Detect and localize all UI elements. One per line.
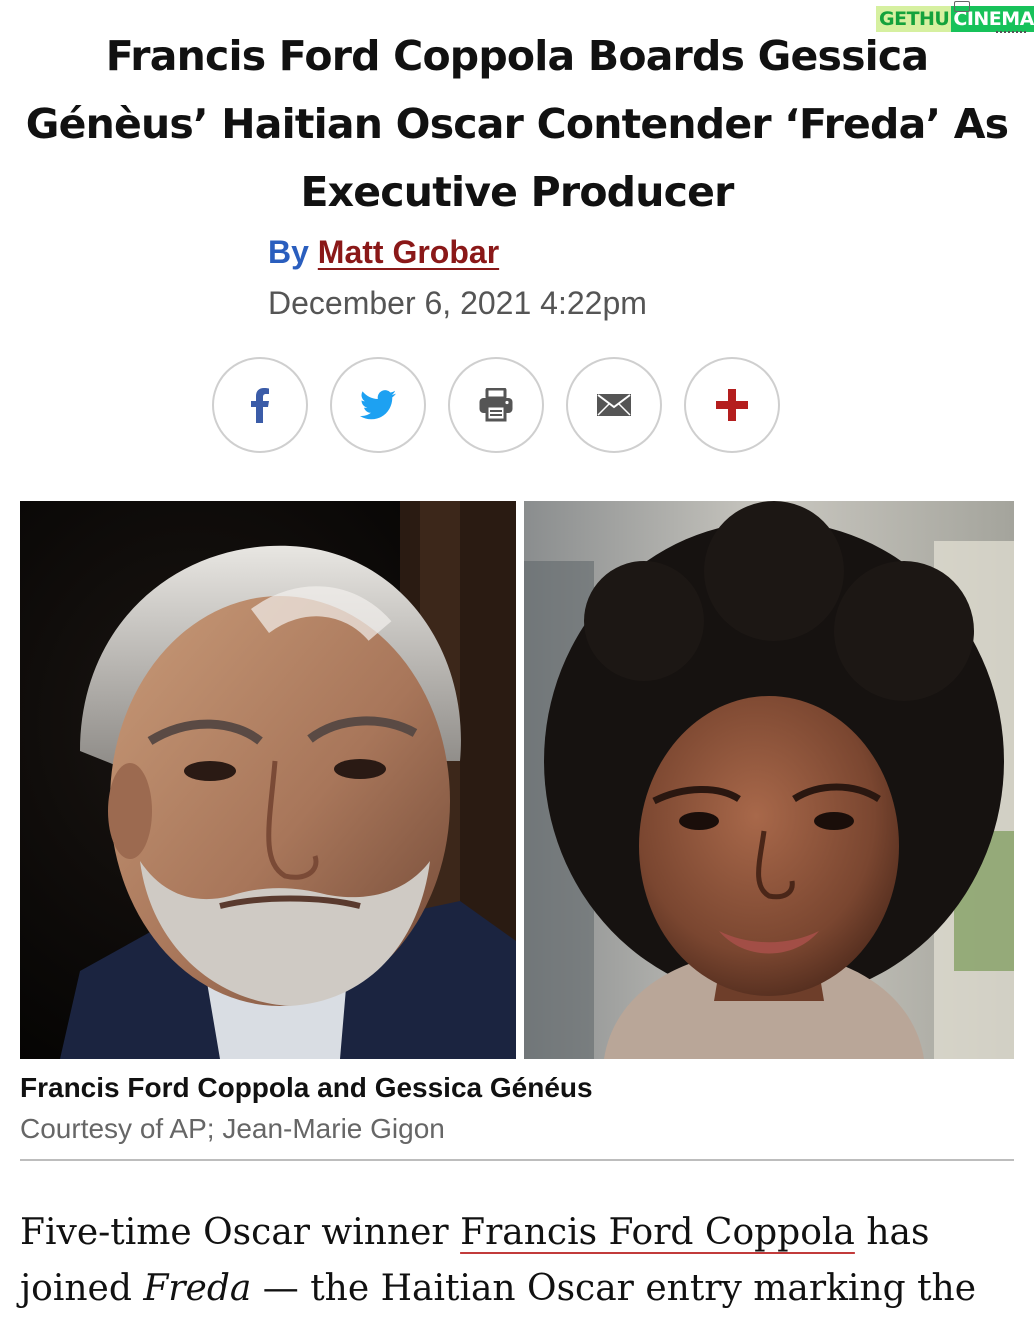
article-body-paragraph: Five-time Oscar winner Francis Ford Copp… — [20, 1205, 1014, 1317]
photo-credit: Courtesy of AP; Jean-Marie Gigon — [20, 1113, 445, 1144]
share-twitter-button[interactable] — [330, 357, 426, 453]
more-share-button[interactable] — [684, 357, 780, 453]
body-text-end: — the Haitian Oscar entry marking the — [251, 1268, 977, 1309]
film-title: Freda — [143, 1268, 252, 1309]
twitter-icon — [360, 390, 396, 420]
share-facebook-button[interactable] — [212, 357, 308, 453]
email-icon — [597, 394, 631, 416]
email-button[interactable] — [566, 357, 662, 453]
print-icon — [479, 388, 513, 422]
plus-icon — [716, 389, 748, 421]
coppola-photo — [20, 501, 516, 1059]
camera-icon — [954, 1, 970, 12]
body-text-start: Five-time Oscar winner — [20, 1212, 461, 1253]
share-bar — [212, 357, 780, 453]
author-link[interactable]: Matt Grobar — [318, 234, 499, 270]
print-button[interactable] — [448, 357, 544, 453]
coppola-link[interactable]: Francis Ford Coppola — [460, 1212, 855, 1253]
photo-caption: Francis Ford Coppola and Gessica Généus — [20, 1072, 593, 1103]
geneus-photo — [524, 501, 1014, 1059]
article-photo — [20, 501, 1014, 1059]
byline: By Matt Grobar — [268, 234, 499, 271]
divider — [20, 1159, 1014, 1161]
article-headline: Francis Ford Coppola Boards Gessica Génè… — [25, 32, 1009, 216]
byline-prefix: By — [268, 234, 309, 270]
publish-date: December 6, 2021 4:22pm — [268, 285, 647, 321]
facebook-icon — [251, 388, 269, 423]
